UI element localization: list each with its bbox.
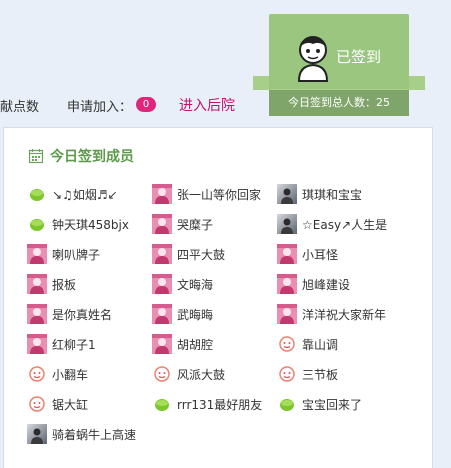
photo-avatar-icon[interactable] [277, 214, 297, 234]
member-name[interactable]: ☆Easy↗人生是 [302, 216, 387, 233]
member-item[interactable]: 小耳怪 [277, 243, 338, 265]
member-name[interactable]: 宝宝回来了 [302, 396, 362, 413]
member-name[interactable]: 红柳子1 [52, 336, 96, 353]
member-name[interactable]: 小翻车 [52, 366, 88, 383]
member-name[interactable]: 骑着蜗牛上高速 [52, 426, 136, 443]
calendar-icon [28, 149, 44, 164]
green-blob-icon[interactable] [27, 184, 47, 204]
photo-avatar-icon[interactable] [277, 184, 297, 204]
member-item[interactable]: 张一山等你回家 [152, 183, 261, 205]
pink-avatar-icon[interactable] [27, 304, 47, 324]
green-blob-icon[interactable] [152, 394, 172, 414]
member-item[interactable]: 洋洋祝大家新年 [277, 303, 386, 325]
signin-button[interactable]: 已签到 [269, 14, 409, 89]
red-face-icon[interactable] [277, 334, 297, 354]
member-name[interactable]: 报板 [52, 276, 76, 293]
pink-avatar-icon[interactable] [152, 334, 172, 354]
member-item[interactable]: 靠山调 [277, 333, 338, 355]
red-face-icon[interactable] [27, 364, 47, 384]
pink-avatar-icon[interactable] [152, 214, 172, 234]
green-blob-icon[interactable] [277, 394, 297, 414]
red-face-icon[interactable] [27, 394, 47, 414]
user-avatar-icon [297, 36, 329, 82]
member-name[interactable]: 武晦晦 [177, 306, 213, 323]
photo-avatar-icon[interactable] [27, 424, 47, 444]
member-name[interactable]: 胡胡腔 [177, 336, 213, 353]
member-item[interactable]: 三节板 [277, 363, 338, 385]
apply-label: 申请加入： [67, 100, 133, 115]
pink-avatar-icon[interactable] [152, 184, 172, 204]
member-item[interactable]: 文晦海 [152, 273, 213, 295]
member-item[interactable]: ↘♫如烟♬↙ [27, 183, 118, 205]
red-face-icon[interactable] [152, 364, 172, 384]
member-name[interactable]: 哭糜子 [177, 216, 213, 233]
member-item[interactable]: 喇叭牌子 [27, 243, 100, 265]
pink-avatar-icon[interactable] [277, 274, 297, 294]
pink-avatar-icon[interactable] [27, 334, 47, 354]
pink-avatar-icon[interactable] [152, 244, 172, 264]
pink-avatar-icon[interactable] [152, 304, 172, 324]
member-name[interactable]: rrr131最好朋友 [177, 396, 262, 413]
member-item[interactable]: ☆Easy↗人生是 [277, 213, 387, 235]
member-name[interactable]: 张一山等你回家 [177, 186, 261, 203]
pink-avatar-icon[interactable] [27, 274, 47, 294]
member-name[interactable]: 旭峰建设 [302, 276, 350, 293]
member-item[interactable]: 小翻车 [27, 363, 88, 385]
signin-members-panel: 今日签到成员 ↘♫如烟♬↙ 张一山等你回家 琪琪和宝宝钟天琪458bjx 哭糜子 ☆Ea… [3, 127, 433, 468]
member-item[interactable]: rrr131最好朋友 [152, 393, 262, 415]
signin-total-count: 今日签到总人数：25 [269, 90, 409, 116]
member-item[interactable]: 是你真姓名 [27, 303, 112, 325]
pink-avatar-icon[interactable] [277, 304, 297, 324]
member-name[interactable]: 锯大缸 [52, 396, 88, 413]
red-face-icon[interactable] [277, 364, 297, 384]
member-item[interactable]: 钟天琪458bjx [27, 213, 129, 235]
member-item[interactable]: 锯大缸 [27, 393, 88, 415]
member-name[interactable]: ↘♫如烟♬↙ [52, 186, 118, 203]
member-item[interactable]: 哭糜子 [152, 213, 213, 235]
member-name[interactable]: 风派大鼓 [177, 366, 225, 383]
apply-count-badge[interactable]: 0 [136, 97, 156, 112]
pink-avatar-icon[interactable] [152, 274, 172, 294]
member-name[interactable]: 钟天琪458bjx [52, 216, 129, 233]
pink-avatar-icon[interactable] [27, 244, 47, 264]
member-item[interactable]: 骑着蜗牛上高速 [27, 423, 136, 445]
member-name[interactable]: 文晦海 [177, 276, 213, 293]
panel-header: 今日签到成员 [28, 146, 134, 166]
member-name[interactable]: 琪琪和宝宝 [302, 186, 362, 203]
enter-backyard-link[interactable]: 进入后院 [179, 95, 235, 115]
member-item[interactable]: 四平大鼓 [152, 243, 225, 265]
stat-label: 献点数 [0, 100, 40, 115]
member-item[interactable]: 旭峰建设 [277, 273, 350, 295]
member-name[interactable]: 洋洋祝大家新年 [302, 306, 386, 323]
panel-title: 今日签到成员 [50, 149, 134, 165]
member-item[interactable]: 报板 [27, 273, 76, 295]
green-blob-icon[interactable] [27, 214, 47, 234]
member-item[interactable]: 武晦晦 [152, 303, 213, 325]
member-item[interactable]: 胡胡腔 [152, 333, 213, 355]
member-name[interactable]: 喇叭牌子 [52, 246, 100, 263]
member-item[interactable]: 红柳子1 [27, 333, 96, 355]
member-item[interactable]: 琪琪和宝宝 [277, 183, 362, 205]
pink-avatar-icon[interactable] [277, 244, 297, 264]
member-name[interactable]: 四平大鼓 [177, 246, 225, 263]
signin-status: 已签到 [336, 48, 382, 66]
member-name[interactable]: 靠山调 [302, 336, 338, 353]
member-name[interactable]: 小耳怪 [302, 246, 338, 263]
member-item[interactable]: 宝宝回来了 [277, 393, 362, 415]
member-name[interactable]: 是你真姓名 [52, 306, 112, 323]
member-item[interactable]: 风派大鼓 [152, 363, 225, 385]
member-name[interactable]: 三节板 [302, 366, 338, 383]
